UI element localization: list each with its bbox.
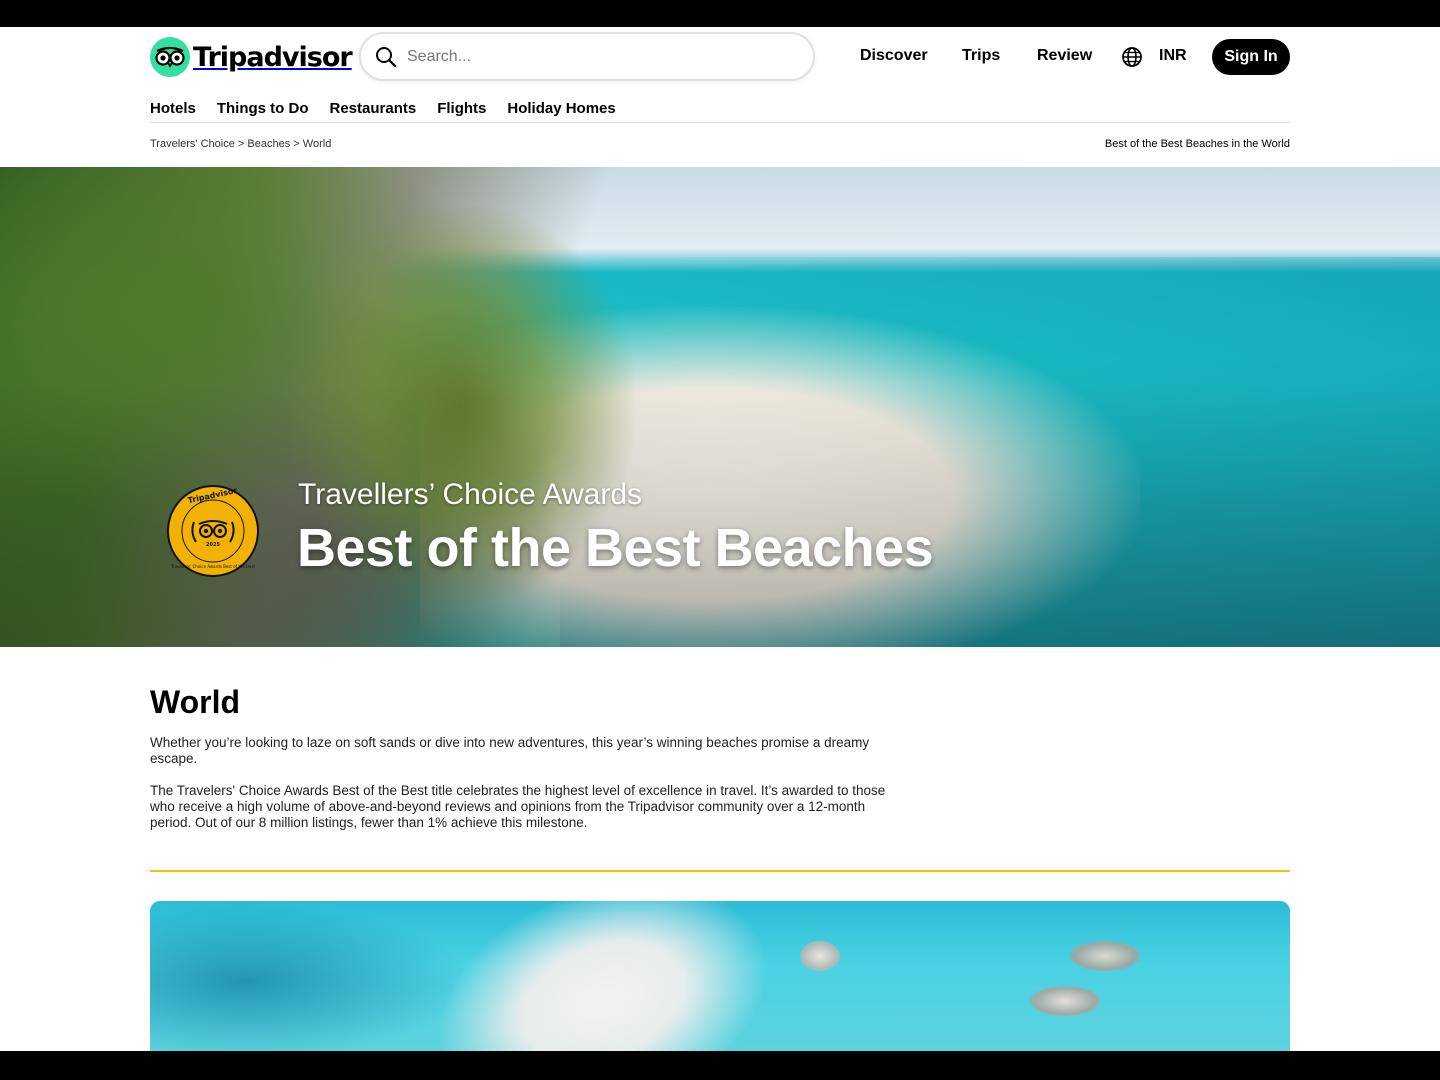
nav-flights[interactable]: Flights (437, 100, 486, 117)
nav-discover[interactable]: Discover (860, 47, 928, 65)
card-reef (1030, 986, 1100, 1016)
nav-trips[interactable]: Trips (962, 47, 1000, 65)
header-divider (150, 122, 1290, 123)
sign-in-button[interactable]: Sign In (1212, 39, 1290, 75)
globe-icon[interactable] (1121, 46, 1143, 68)
breadcrumb-beaches[interactable]: Beaches (247, 138, 290, 150)
card-reef (800, 941, 840, 971)
category-nav: Hotels Things to Do Restaurants Flights … (150, 100, 616, 117)
top-frame-bar (0, 0, 1440, 27)
hero-banner: 2025 Tripadvisor Travellers' Choice Awar… (0, 167, 1440, 647)
nav-things-to-do[interactable]: Things to Do (217, 100, 309, 117)
nav-holiday-homes[interactable]: Holiday Homes (507, 100, 615, 117)
page: Tripadvisor Discover Trips Review INR Si… (0, 27, 1440, 1051)
page-subtitle: Best of the Best Beaches in the World (1104, 138, 1290, 150)
breadcrumb: Travelers' Choice > Beaches > World (150, 138, 331, 150)
breadcrumb-separator: > (293, 138, 300, 150)
description-paragraph: The Travelers' Choice Awards Best of the… (150, 783, 886, 830)
section-title: World (150, 684, 241, 720)
section-divider (150, 870, 1290, 872)
badge-year: 2025 (206, 542, 220, 548)
card-deep-water (150, 901, 470, 1051)
breadcrumb-travelers-choice[interactable]: Travelers' Choice (150, 138, 235, 150)
breadcrumb-world: World (302, 138, 332, 150)
header-nav: Discover Trips Review INR Sign In (0, 39, 1440, 75)
beach-card-image[interactable] (150, 901, 1290, 1051)
hero-title: Best of the Best Beaches (297, 518, 934, 578)
award-badge-icon: 2025 Tripadvisor Travellers' Choice Awar… (167, 485, 259, 577)
nav-hotels[interactable]: Hotels (150, 100, 196, 117)
bottom-frame-bar (0, 1051, 1440, 1080)
badge-caption: Travellers' Choice Awards Best of the Be… (170, 564, 256, 569)
breadcrumb-separator: > (237, 138, 245, 150)
hero-kicker: Travellers’ Choice Awards (298, 478, 643, 511)
nav-restaurants[interactable]: Restaurants (330, 100, 417, 117)
card-reef (1070, 941, 1140, 971)
nav-review[interactable]: Review (1037, 47, 1092, 65)
card-sandbar (413, 901, 807, 1051)
intro-paragraph: Whether you’re looking to laze on soft s… (150, 735, 870, 766)
currency-selector[interactable]: INR (1159, 47, 1187, 65)
